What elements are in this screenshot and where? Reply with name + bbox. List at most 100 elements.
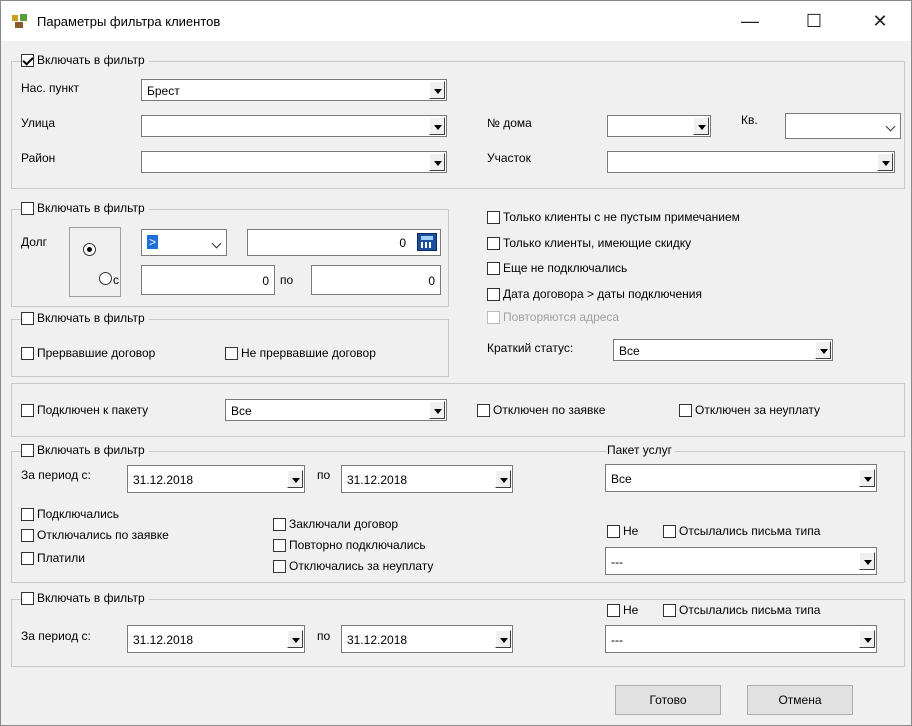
p1-connected-checkbox[interactable] — [21, 507, 34, 521]
p1-letters-option[interactable]: Отсылались письма типа — [663, 524, 820, 538]
package-select[interactable]: Все — [225, 399, 447, 421]
dropdown-arrow-icon[interactable] — [693, 117, 709, 135]
services-select[interactable]: Все — [605, 464, 877, 492]
disconnected-nonpay-option[interactable]: Отключен за неуплату — [679, 403, 820, 417]
dropdown-arrow-icon[interactable] — [429, 81, 445, 99]
status-select[interactable]: Все — [613, 339, 833, 361]
period1-include-legend[interactable]: Включать в фильтр — [21, 443, 149, 457]
chevron-down-icon[interactable] — [883, 119, 899, 137]
debt-include-legend[interactable]: Включать в фильтр — [21, 201, 149, 215]
package-connected-option[interactable]: Подключен к пакету — [21, 403, 148, 417]
p1-letters-checkbox[interactable] — [663, 524, 676, 538]
disconnected-request-checkbox[interactable] — [477, 403, 490, 417]
p1-contract-option[interactable]: Заключали договор — [273, 517, 398, 531]
period1-to-label: по — [317, 468, 331, 482]
note-checkbox[interactable] — [487, 210, 500, 224]
terminated-checkbox[interactable] — [21, 346, 34, 360]
range-from-input[interactable]: 0 — [141, 265, 275, 295]
address-include-checkbox[interactable] — [21, 53, 34, 67]
repeat-address-option: Повторяются адреса — [487, 310, 619, 324]
p2-letters-checkbox[interactable] — [663, 603, 676, 617]
note-label: Только клиенты с не пустым примечанием — [503, 210, 740, 224]
apt-select[interactable] — [785, 113, 901, 139]
not-terminated-option[interactable]: Не прервавшие договор — [225, 346, 376, 360]
street-select[interactable] — [141, 115, 447, 137]
p1-connected-option[interactable]: Подключались — [21, 507, 119, 521]
debt-operator-select[interactable]: > — [141, 229, 227, 256]
minimize-button[interactable]: — — [727, 1, 773, 41]
p1-disconnected-nonpay-option[interactable]: Отключались за неуплату — [273, 559, 433, 573]
p1-paid-option[interactable]: Платили — [21, 551, 85, 565]
dropdown-arrow-icon[interactable] — [287, 470, 303, 488]
range-to-input[interactable]: 0 — [311, 265, 441, 295]
p1-reconnected-option[interactable]: Повторно подключались — [273, 538, 426, 552]
house-label: № дома — [487, 116, 532, 130]
debt-amount-input[interactable]: 0 — [247, 229, 441, 256]
discount-checkbox[interactable] — [487, 236, 500, 250]
district-select[interactable] — [141, 151, 447, 173]
disconnected-nonpay-checkbox[interactable] — [679, 403, 692, 417]
city-value: Брест — [147, 84, 180, 98]
period1-from-date[interactable]: 31.12.2018 — [127, 465, 305, 493]
contract-date-option[interactable]: Дата договора > даты подключения — [487, 287, 702, 301]
dropdown-arrow-icon[interactable] — [495, 470, 511, 488]
period2-to-date[interactable]: 31.12.2018 — [341, 625, 513, 653]
p1-contract-label: Заключали договор — [289, 517, 399, 531]
p2-letters-option[interactable]: Отсылались письма типа — [663, 603, 820, 617]
city-select[interactable]: Брест — [141, 79, 447, 101]
p2-not-checkbox[interactable] — [607, 603, 620, 617]
dropdown-arrow-icon[interactable] — [429, 117, 445, 135]
period1-to-date[interactable]: 31.12.2018 — [341, 465, 513, 493]
p2-letters-value: --- — [611, 633, 623, 647]
period2-from-date[interactable]: 31.12.2018 — [127, 625, 305, 653]
p1-disconnected-request-option[interactable]: Отключались по заявке — [21, 528, 169, 542]
p1-not-checkbox[interactable] — [607, 524, 620, 538]
dropdown-arrow-icon[interactable] — [495, 630, 511, 648]
dropdown-arrow-icon[interactable] — [859, 469, 875, 487]
status-value: Все — [619, 344, 640, 358]
address-include-legend[interactable]: Включать в фильтр — [21, 53, 149, 67]
p1-paid-checkbox[interactable] — [21, 551, 34, 565]
period1-include-checkbox[interactable] — [21, 443, 34, 457]
period2-to-value: 31.12.2018 — [347, 633, 408, 647]
dropdown-arrow-icon[interactable] — [877, 153, 893, 171]
cancel-button[interactable]: Отмена — [747, 685, 853, 715]
not-connected-checkbox[interactable] — [487, 261, 500, 275]
discount-option[interactable]: Только клиенты, имеющие скидку — [487, 236, 691, 250]
not-connected-option[interactable]: Еще не подключались — [487, 261, 627, 275]
period2-include-legend[interactable]: Включать в фильтр — [21, 591, 149, 605]
note-option[interactable]: Только клиенты с не пустым примечанием — [487, 210, 740, 224]
chevron-down-icon[interactable] — [209, 236, 225, 254]
dropdown-arrow-icon[interactable] — [859, 630, 875, 648]
house-select[interactable] — [607, 115, 711, 137]
dropdown-arrow-icon[interactable] — [815, 341, 831, 359]
period2-include-checkbox[interactable] — [21, 591, 34, 605]
p2-letters-select[interactable]: --- — [605, 625, 877, 653]
dropdown-arrow-icon[interactable] — [429, 153, 445, 171]
calculator-icon[interactable] — [417, 233, 437, 251]
p1-not-option[interactable]: Не — [607, 524, 638, 538]
debt-amount-value: 0 — [399, 236, 406, 250]
p1-letters-select[interactable]: --- — [605, 547, 877, 575]
p1-disconnected-request-checkbox[interactable] — [21, 528, 34, 542]
dropdown-arrow-icon[interactable] — [287, 630, 303, 648]
not-terminated-checkbox[interactable] — [225, 346, 238, 360]
contract-include-checkbox[interactable] — [21, 311, 34, 325]
dropdown-arrow-icon[interactable] — [429, 401, 445, 419]
terminated-option[interactable]: Прервавшие договор — [21, 346, 155, 360]
contract-include-legend[interactable]: Включать в фильтр — [21, 311, 149, 325]
p1-disconnected-nonpay-checkbox[interactable] — [273, 559, 286, 573]
disconnected-request-option[interactable]: Отключен по заявке — [477, 403, 605, 417]
section-select[interactable] — [607, 151, 895, 173]
p1-contract-checkbox[interactable] — [273, 517, 286, 531]
ok-button[interactable]: Готово — [615, 685, 721, 715]
debt-mode-operator-radio[interactable] — [83, 243, 96, 256]
close-button[interactable]: ✕ — [857, 1, 903, 41]
maximize-button[interactable]: ☐ — [791, 1, 837, 41]
contract-date-checkbox[interactable] — [487, 287, 500, 301]
p1-reconnected-checkbox[interactable] — [273, 538, 286, 552]
debt-include-checkbox[interactable] — [21, 201, 34, 215]
package-connected-checkbox[interactable] — [21, 403, 34, 417]
dropdown-arrow-icon[interactable] — [859, 552, 875, 570]
p2-not-option[interactable]: Не — [607, 603, 638, 617]
